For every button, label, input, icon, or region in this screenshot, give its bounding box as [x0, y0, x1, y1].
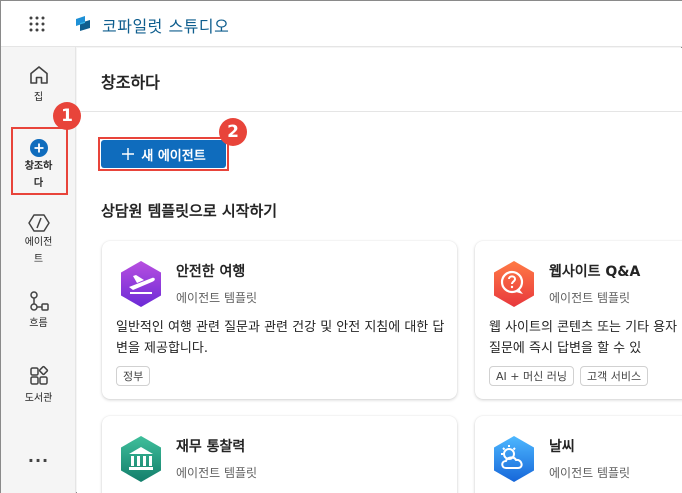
card-title: 날씨 [549, 439, 575, 455]
rail-label-flows: 흐름 [29, 318, 48, 329]
template-card-finance-insights[interactable]: 재무 통찰력 에이전트 템플릿 [102, 416, 457, 493]
tag: 정부 [116, 366, 151, 386]
section-title: 상담원 템플릿으로 시작하기 [101, 202, 278, 220]
card-tags: AI + 머신 러닝 고객 서비스 [489, 366, 649, 386]
card-description: 일반적인 여행 관련 질문과 관련 건강 및 안전 지침에 대한 답변을 제공합… [116, 320, 445, 356]
copilot-studio-logo-icon [76, 16, 90, 31]
card-subtitle: 에이전트 템플릿 [549, 291, 631, 305]
chat-question-icon [494, 261, 534, 307]
card-title: 재무 통찰력 [176, 439, 246, 455]
more-icon: ... [27, 447, 50, 466]
callout-highlight-new-agent [98, 137, 229, 171]
app-title: 코파일럿 스튜디오 [102, 17, 230, 36]
weather-icon [494, 436, 534, 482]
callout-highlight-create [11, 127, 68, 195]
rail-more-button[interactable]: ... [1, 447, 76, 466]
card-title: 웹사이트 Q&A [549, 264, 641, 280]
bank-icon [121, 436, 161, 482]
callout-badge-1: 1 [53, 102, 81, 130]
card-subtitle: 에이전트 템플릿 [176, 466, 258, 480]
rail-item-home[interactable]: 집 [1, 64, 76, 106]
tag: 고객 서비스 [579, 366, 649, 386]
library-icon [29, 365, 48, 385]
card-subtitle: 에이전트 템플릿 [176, 291, 258, 305]
template-card-website-qa[interactable]: 웹사이트 Q&A 에이전트 템플릿 웹 사이트의 콘텐츠 또는 기타 용자 질문… [475, 241, 682, 399]
card-tags: 정부 [116, 366, 151, 386]
card-subtitle: 에이전트 템플릿 [549, 466, 631, 480]
agent-icon [27, 214, 50, 232]
airplane-icon [121, 261, 161, 307]
rail-label-library: 도서관 [24, 393, 53, 404]
card-title: 안전한 여행 [176, 264, 246, 280]
rail-item-library[interactable]: 도서관 [1, 365, 76, 407]
top-bar: 코파일럿 스튜디오 [1, 1, 682, 47]
page-title: 창조하다 [101, 73, 160, 92]
app-launcher-icon[interactable] [29, 16, 45, 32]
template-card-weather[interactable]: 날씨 에이전트 템플릿 [475, 416, 682, 493]
title-divider [77, 111, 682, 112]
rail-item-agents[interactable]: 에이전 트 [1, 213, 76, 268]
tag: AI + 머신 러닝 [489, 366, 574, 386]
template-card-safe-travel[interactable]: 안전한 여행 에이전트 템플릿 일반적인 여행 관련 질문과 관련 건강 및 안… [102, 241, 457, 399]
flow-icon [29, 291, 49, 311]
callout-badge-2: 2 [219, 118, 247, 146]
home-icon [29, 66, 48, 84]
rail-label-agents: 에이전 트 [24, 237, 53, 265]
rail-item-flows[interactable]: 흐름 [1, 290, 76, 332]
card-description: 웹 사이트의 콘텐츠 또는 기타 용자 질문에 즉시 답변을 할 수 있 [489, 320, 678, 356]
